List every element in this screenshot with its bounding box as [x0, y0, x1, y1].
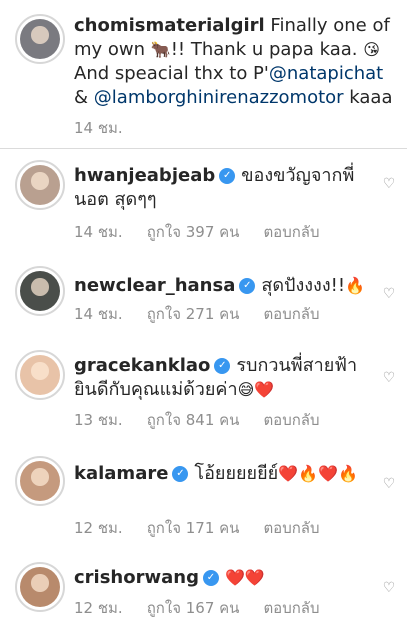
mention-link[interactable]: @natapichat [269, 63, 383, 84]
comment-text: crishorwang ✓ ❤️❤️ [74, 566, 373, 590]
comment-username[interactable]: kalamare [74, 463, 168, 484]
verified-badge-icon: ✓ [172, 466, 189, 482]
like-count[interactable]: ถูกใจ 171 คน [147, 519, 240, 537]
reply-button[interactable]: ตอบกลับ [263, 305, 319, 323]
comment-body: สุดปังงงง!! [261, 275, 346, 296]
comment-time: 12 ชม. [74, 519, 123, 537]
divider [0, 148, 407, 149]
comment-username[interactable]: hwanjeabjeab [74, 165, 215, 186]
comment-username[interactable]: newclear_hansa [74, 275, 235, 296]
like-count[interactable]: ถูกใจ 397 คน [147, 223, 240, 241]
caption-text-part: !! Thank u papa kaa. [170, 39, 358, 60]
avatar-photo [20, 165, 60, 205]
heart-outline-icon[interactable]: ♡ [381, 476, 397, 492]
caption-text-part: & [74, 87, 89, 108]
reply-button[interactable]: ตอบกลับ [263, 411, 319, 429]
heart-fire-emoji: ❤️🔥❤️🔥 [278, 464, 358, 483]
heart-outline-icon[interactable]: ♡ [381, 370, 397, 386]
avatar[interactable] [15, 266, 65, 316]
avatar[interactable] [15, 562, 65, 612]
comment-text: kalamare ✓ โอ้ยยยยยีย์❤️🔥❤️🔥 [74, 462, 374, 486]
comment-text: gracekanklao ✓ รบกวนพี่สายฟ้ายินดีกับคุณแม… [74, 354, 374, 402]
comment-time: 14 ชม. [74, 305, 123, 323]
avatar-photo [20, 461, 60, 501]
comment-text: hwanjeabjeab ✓ ของขวัญจากพี่นอต สุดๆๆ [74, 164, 374, 212]
heart-outline-icon[interactable]: ♡ [381, 580, 397, 596]
avatar[interactable] [15, 456, 65, 506]
caption-time: 14 ชม. [74, 119, 123, 137]
heart-outline-icon[interactable]: ♡ [381, 176, 397, 192]
comment-meta: 13 ชม. ถูกใจ 841 คน ตอบกลับ [74, 410, 320, 430]
fire-emoji: 🔥 [345, 276, 365, 295]
reply-button[interactable]: ตอบกลับ [263, 519, 319, 537]
like-count[interactable]: ถูกใจ 167 คน [147, 599, 240, 617]
post-caption: chomismaterialgirl Finally one of my own… [0, 0, 407, 150]
caption-text-part: And speacial thx to P' [74, 63, 269, 84]
caption-meta: 14 ชม. [74, 118, 147, 138]
verified-badge-icon: ✓ [202, 570, 219, 586]
comment-time: 12 ชม. [74, 599, 123, 617]
comment-text: newclear_hansa ✓ สุดปังงงง!!🔥 [74, 274, 373, 298]
avatar[interactable] [15, 14, 65, 64]
verified-badge-icon: ✓ [239, 278, 256, 294]
mention-link[interactable]: @lamborghinirenazzomotor [94, 87, 344, 108]
verified-badge-icon: ✓ [219, 168, 236, 184]
bull-emoji: 🐂 [150, 40, 171, 59]
comment-body: โอ้ยยยยยีย์ [194, 463, 279, 484]
comment-meta: 12 ชม. ถูกใจ 167 คน ตอบกลับ [74, 598, 320, 618]
reply-button[interactable]: ตอบกลับ [263, 223, 319, 241]
caption-username[interactable]: chomismaterialgirl [74, 15, 265, 36]
comment-username[interactable]: crishorwang [74, 567, 199, 588]
like-count[interactable]: ถูกใจ 271 คน [147, 305, 240, 323]
kiss-emoji: 😘 [363, 40, 380, 59]
avatar[interactable] [15, 160, 65, 210]
comment-time: 14 ชม. [74, 223, 123, 241]
verified-badge-icon: ✓ [214, 358, 231, 374]
avatar-photo [20, 355, 60, 395]
comment-meta: 14 ชม. ถูกใจ 271 คน ตอบกลับ [74, 304, 320, 324]
caption-text: chomismaterialgirl Finally one of my own… [74, 14, 397, 110]
comment-time: 13 ชม. [74, 411, 123, 429]
heart-outline-icon[interactable]: ♡ [381, 286, 397, 302]
comment-meta: 14 ชม. ถูกใจ 397 คน ตอบกลับ [74, 222, 320, 242]
hearts-emoji: ❤️❤️ [224, 568, 265, 587]
like-count[interactable]: ถูกใจ 841 คน [147, 411, 240, 429]
smile-heart-emoji: 😅❤️ [237, 380, 275, 399]
avatar-photo [20, 271, 60, 311]
comment-meta: 12 ชม. ถูกใจ 171 คน ตอบกลับ [74, 518, 320, 538]
avatar[interactable] [15, 350, 65, 400]
comment-username[interactable]: gracekanklao [74, 355, 210, 376]
caption-text-part: kaaa [349, 87, 393, 108]
avatar-photo [20, 567, 60, 607]
reply-button[interactable]: ตอบกลับ [263, 599, 319, 617]
